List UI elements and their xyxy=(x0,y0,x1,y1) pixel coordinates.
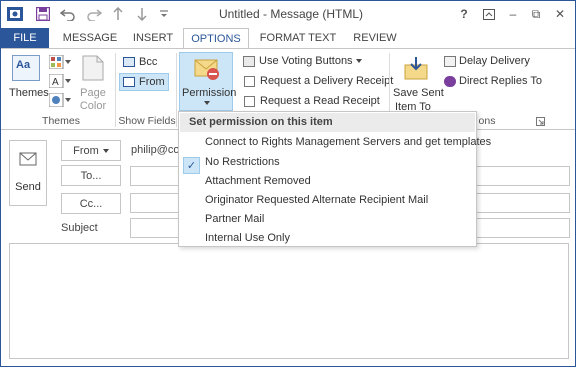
tab-format-text[interactable]: FORMAT TEXT xyxy=(257,28,339,48)
dialog-launcher-icon[interactable] xyxy=(536,117,545,129)
outlook-app-icon[interactable] xyxy=(7,5,23,23)
dropdown-header: Set permission on this item xyxy=(180,113,475,132)
to-button[interactable]: To... xyxy=(61,165,121,186)
voting-icon xyxy=(243,55,255,67)
fonts-button[interactable]: A xyxy=(48,73,71,91)
permission-label: Permission xyxy=(182,87,237,99)
read-receipt-label: Request a Read Receipt xyxy=(260,95,380,107)
minimize-button[interactable]: – xyxy=(502,4,524,24)
tab-review[interactable]: REVIEW xyxy=(349,28,401,48)
delay-delivery-button[interactable]: Delay Delivery xyxy=(444,55,530,67)
from-field-toggle-label: From xyxy=(139,76,165,88)
direct-replies-button[interactable]: Direct Replies To xyxy=(444,75,542,87)
tab-file[interactable]: FILE xyxy=(1,28,49,48)
svg-text:A: A xyxy=(52,77,59,88)
menu-item-no-restrictions[interactable]: No Restrictions xyxy=(205,156,280,168)
subject-label: Subject xyxy=(61,222,98,234)
send-button[interactable]: Send xyxy=(9,140,47,206)
menu-item-connect-rms[interactable]: Connect to Rights Management Servers and… xyxy=(205,136,491,148)
chevron-down-icon xyxy=(102,148,109,153)
from-value: philip@co xyxy=(131,144,180,156)
help-button[interactable]: ? xyxy=(453,4,475,24)
chevron-down-icon xyxy=(355,59,362,64)
save-sent-label-line1: Save Sent xyxy=(393,87,444,99)
tab-insert[interactable]: INSERT xyxy=(127,28,179,48)
ribbon-tabs: FILE MESSAGE INSERT OPTIONS FORMAT TEXT … xyxy=(1,28,575,49)
menu-item-internal-use-only[interactable]: Internal Use Only xyxy=(205,232,290,244)
save-icon[interactable] xyxy=(35,5,51,23)
arrow-down-icon[interactable] xyxy=(135,5,149,23)
chevron-down-icon xyxy=(204,101,210,105)
save-sent-item-to-button[interactable]: Save Sent Item To xyxy=(393,53,444,113)
window-title: Untitled - Message (HTML) xyxy=(218,7,364,21)
cc-button[interactable]: Cc... xyxy=(61,193,121,214)
delay-delivery-label: Delay Delivery xyxy=(459,55,530,67)
effects-button[interactable] xyxy=(48,92,71,110)
themes-icon: Aa xyxy=(12,55,40,81)
menu-item-partner-mail[interactable]: Partner Mail xyxy=(205,213,264,225)
group-label-themes: Themes xyxy=(42,115,80,127)
restore-button[interactable]: ⧉ xyxy=(525,4,547,24)
page-color-label: Page Color xyxy=(79,87,107,112)
checkmark-icon: ✓ xyxy=(183,157,200,174)
from-button[interactable]: From xyxy=(61,140,121,161)
menu-item-attachment-removed[interactable]: Attachment Removed xyxy=(205,175,311,187)
tab-options[interactable]: OPTIONS xyxy=(183,28,249,49)
voting-label: Use Voting Buttons xyxy=(259,55,353,67)
delay-delivery-icon xyxy=(444,55,456,67)
use-voting-buttons-button[interactable]: Use Voting Buttons xyxy=(243,55,362,67)
group-label-more-options: ons xyxy=(478,115,496,127)
themes-label: Themes xyxy=(9,87,49,99)
page-color-button[interactable]: Page Color xyxy=(77,53,109,112)
ribbon-separator xyxy=(176,53,177,127)
ribbon-separator xyxy=(115,53,116,127)
themes-button[interactable]: Aa Themes xyxy=(9,53,49,111)
message-body[interactable] xyxy=(9,243,569,359)
save-sent-icon xyxy=(404,57,428,80)
from-field-toggle-button[interactable]: From xyxy=(119,73,169,91)
bcc-label: Bcc xyxy=(139,56,158,68)
colors-button[interactable] xyxy=(48,54,71,72)
permission-icon xyxy=(194,59,219,80)
page-color-icon xyxy=(82,55,104,81)
close-button[interactable]: ✕ xyxy=(549,4,571,24)
tab-message[interactable]: MESSAGE xyxy=(59,28,121,48)
send-label: Send xyxy=(15,181,41,193)
from-button-label: From xyxy=(73,144,99,157)
ribbon-display-options-button[interactable] xyxy=(478,4,500,24)
customize-qat-icon[interactable] xyxy=(157,5,171,23)
title-bar: Untitled - Message (HTML) ? – ⧉ ✕ xyxy=(1,1,575,28)
group-label-show-fields: Show Fields xyxy=(118,115,176,127)
bcc-icon xyxy=(123,57,135,68)
direct-replies-icon xyxy=(444,75,456,87)
send-icon xyxy=(19,152,37,166)
menu-item-originator-requested[interactable]: Originator Requested Alternate Recipient… xyxy=(205,194,428,206)
permission-button[interactable]: Permission xyxy=(179,52,237,111)
read-receipt-checkbox[interactable] xyxy=(244,96,255,107)
message-window: Untitled - Message (HTML) ? – ⧉ ✕ FILE M… xyxy=(0,0,576,367)
redo-icon[interactable] xyxy=(85,5,103,23)
arrow-up-icon[interactable] xyxy=(111,5,125,23)
undo-icon[interactable] xyxy=(59,5,77,23)
from-field-icon xyxy=(123,77,135,88)
delivery-receipt-label: Request a Delivery Receipt xyxy=(260,75,394,87)
direct-replies-label: Direct Replies To xyxy=(459,75,542,87)
delivery-receipt-checkbox[interactable] xyxy=(244,76,255,87)
permission-dropdown-menu: Set permission on this item Connect to R… xyxy=(178,111,491,247)
bcc-button[interactable]: Bcc xyxy=(120,55,160,71)
